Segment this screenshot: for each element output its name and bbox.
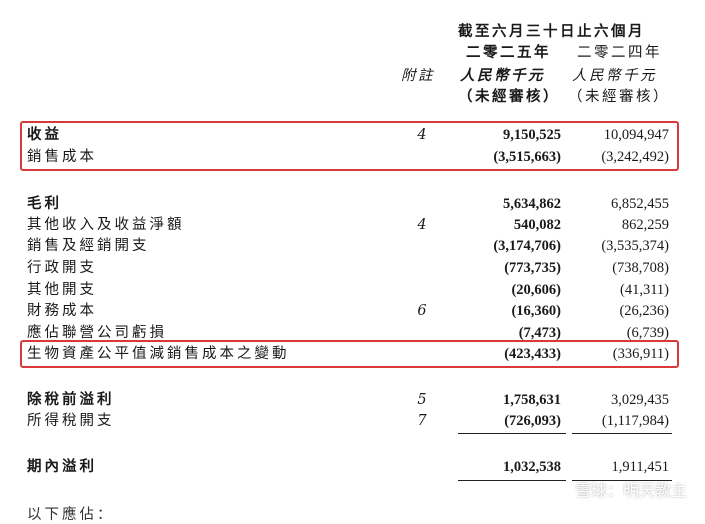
table-row: 除稅前溢利 5 1,758,631 3,029,435: [0, 389, 705, 411]
row-label: 期內溢利: [27, 458, 97, 475]
row-value-2024: (336,911): [612, 346, 669, 362]
row-value-2024: 862,259: [621, 217, 669, 233]
row-value-2024: 3,029,435: [611, 392, 669, 408]
row-note: 5: [417, 392, 427, 408]
row-value-2025: (16,360): [511, 303, 561, 319]
subtotal-rule-2025: [458, 433, 566, 434]
row-label: 行政開支: [27, 260, 97, 276]
audit-2024-header: （未經審核）: [568, 89, 670, 105]
row-value-2024: (3,242,492): [601, 149, 669, 165]
table-row: 行政開支 (773,735) (738,708): [0, 257, 705, 279]
total-rule-2025: [458, 480, 566, 481]
row-note: 6: [417, 303, 427, 319]
table-row: 所得稅開支 7 (726,093) (1,117,984): [0, 410, 705, 432]
row-value-2024: (41,311): [620, 282, 669, 298]
row-value-2025: (423,433): [504, 346, 561, 362]
row-value-2024: (738,708): [612, 260, 669, 276]
row-label: 毛利: [27, 195, 62, 212]
row-value-2024: (26,236): [619, 303, 669, 319]
row-value-2025: (726,093): [504, 413, 561, 429]
table-row: 銷售成本 (3,515,663) (3,242,492): [0, 146, 705, 168]
table-row: 生物資產公平值減銷售成本之變動 (423,433) (336,911): [0, 343, 705, 365]
row-label: 銷售成本: [27, 149, 97, 165]
audit-2025-header: （未經審核）: [458, 88, 560, 105]
row-value-2024: 10,094,947: [603, 127, 669, 143]
table-row: 毛利 5,634,862 6,852,455: [0, 193, 705, 215]
year-2025-header: 二零二五年: [466, 44, 551, 61]
row-label: 財務成本: [27, 303, 97, 319]
row-value-2024: (1,117,984): [601, 413, 669, 429]
row-label: 除稅前溢利: [27, 391, 115, 408]
row-label: 所得稅開支: [27, 413, 115, 429]
subtotal-rule-2024: [572, 433, 672, 434]
row-value-2025: 1,758,631: [503, 392, 561, 408]
table-row: 期內溢利 1,032,538 1,911,451: [0, 456, 705, 478]
table-row: 其他收入及收益淨額 4 540,082 862,259: [0, 214, 705, 236]
row-label: 收益: [27, 126, 62, 143]
row-value-2025: 540,082: [513, 217, 561, 233]
note-column-header: 附註: [401, 68, 435, 84]
year-2024-header: 二零二四年: [577, 45, 662, 61]
row-value-2024: 6,852,455: [611, 196, 669, 212]
row-value-2025: (3,515,663): [493, 149, 561, 165]
row-label: 生物資產公平值減銷售成本之變動: [27, 346, 290, 362]
unit-2025-header: 人民幣千元: [460, 67, 545, 84]
partial-cut-off-text: 以下應佔：: [27, 507, 115, 523]
table-row: 銷售及經銷開支 (3,174,706) (3,535,374): [0, 235, 705, 257]
row-note: 7: [417, 413, 427, 429]
table-row: 應佔聯營公司虧損 (7,473) (6,739): [0, 322, 705, 344]
row-value-2025: (3,174,706): [493, 238, 561, 254]
row-label: 應佔聯營公司虧損: [27, 325, 167, 341]
table-row: 財務成本 6 (16,360) (26,236): [0, 300, 705, 322]
unit-2024-header: 人民幣千元: [572, 68, 657, 84]
row-label: 其他收入及收益淨額: [27, 217, 185, 233]
row-note: 4: [417, 127, 427, 143]
table-row: 其他開支 (20,606) (41,311): [0, 279, 705, 301]
row-value-2025: 5,634,862: [503, 196, 561, 212]
row-value-2024: (3,535,374): [601, 238, 669, 254]
row-value-2024: 1,911,451: [611, 459, 669, 475]
period-header: 截至六月三十日止六個月: [458, 23, 645, 40]
watermark: 雪球：明天教主: [574, 481, 687, 500]
row-value-2025: (773,735): [504, 260, 561, 276]
row-label: 其他開支: [27, 282, 97, 298]
row-value-2024: (6,739): [626, 325, 669, 341]
row-label: 銷售及經銷開支: [27, 238, 150, 254]
table-row: 收益 4 9,150,525 10,094,947: [0, 124, 705, 146]
row-value-2025: (20,606): [511, 282, 561, 298]
row-note: 4: [417, 217, 427, 233]
row-value-2025: 1,032,538: [503, 459, 561, 475]
row-value-2025: (7,473): [518, 325, 561, 341]
row-value-2025: 9,150,525: [503, 127, 561, 143]
